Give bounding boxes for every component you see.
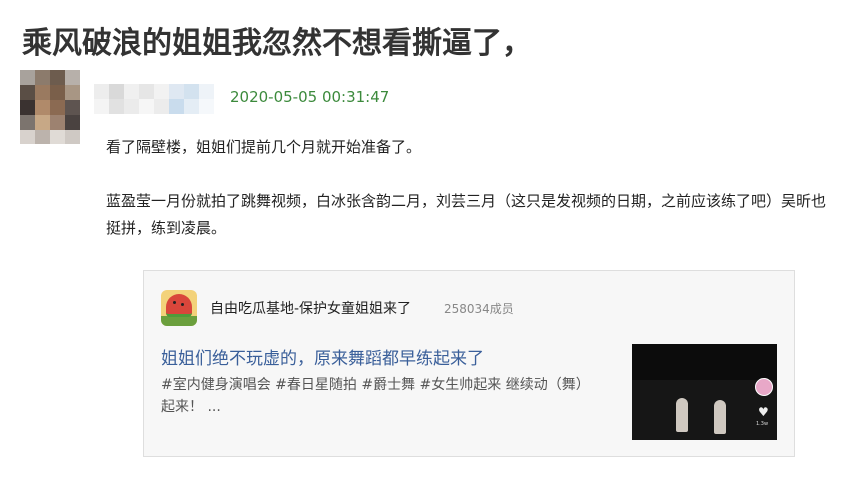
author-avatar[interactable] bbox=[20, 70, 80, 144]
thumbnail-creator-avatar bbox=[755, 378, 773, 396]
post-timestamp: 2020-05-05 00:31:47 bbox=[230, 88, 390, 106]
author-username-pixelated[interactable] bbox=[94, 84, 214, 114]
thumbnail-dancer bbox=[714, 400, 726, 434]
heart-icon: ♥ bbox=[758, 405, 769, 419]
shared-post-title-link[interactable]: 姐姐们绝不玩虚的，原来舞蹈都早练起来了 bbox=[161, 344, 484, 369]
post-paragraph-1: 看了隔壁楼，姐姐们提前几个月就开始准备了。 bbox=[106, 138, 422, 156]
thumbnail-like-count: 1.3w bbox=[756, 421, 769, 427]
thumbnail-dancer bbox=[676, 398, 688, 432]
shared-post-card[interactable]: 自由吃瓜基地-保护女童姐姐来了 258034成员 姐姐们绝不玩虚的，原来舞蹈都早… bbox=[143, 270, 795, 457]
post-title: 乘风破浪的姐姐我忽然不想看撕逼了， bbox=[22, 26, 532, 61]
watermelon-group-icon[interactable] bbox=[161, 290, 197, 326]
group-name-link[interactable]: 自由吃瓜基地-保护女童姐姐来了 bbox=[210, 298, 411, 318]
group-member-count: 258034成员 bbox=[444, 302, 514, 316]
video-thumbnail[interactable]: ♥ 1.3w bbox=[632, 344, 777, 440]
post-paragraph-2: 蓝盈莹一月份就拍了跳舞视频，白冰张含韵二月，刘芸三月（这只是发视频的日期，之前应… bbox=[106, 192, 827, 237]
shared-post-tags: #室内健身演唱会 #春日星随拍 #爵士舞 #女生帅起来 继续动（舞）起来！ ..… bbox=[161, 377, 590, 415]
